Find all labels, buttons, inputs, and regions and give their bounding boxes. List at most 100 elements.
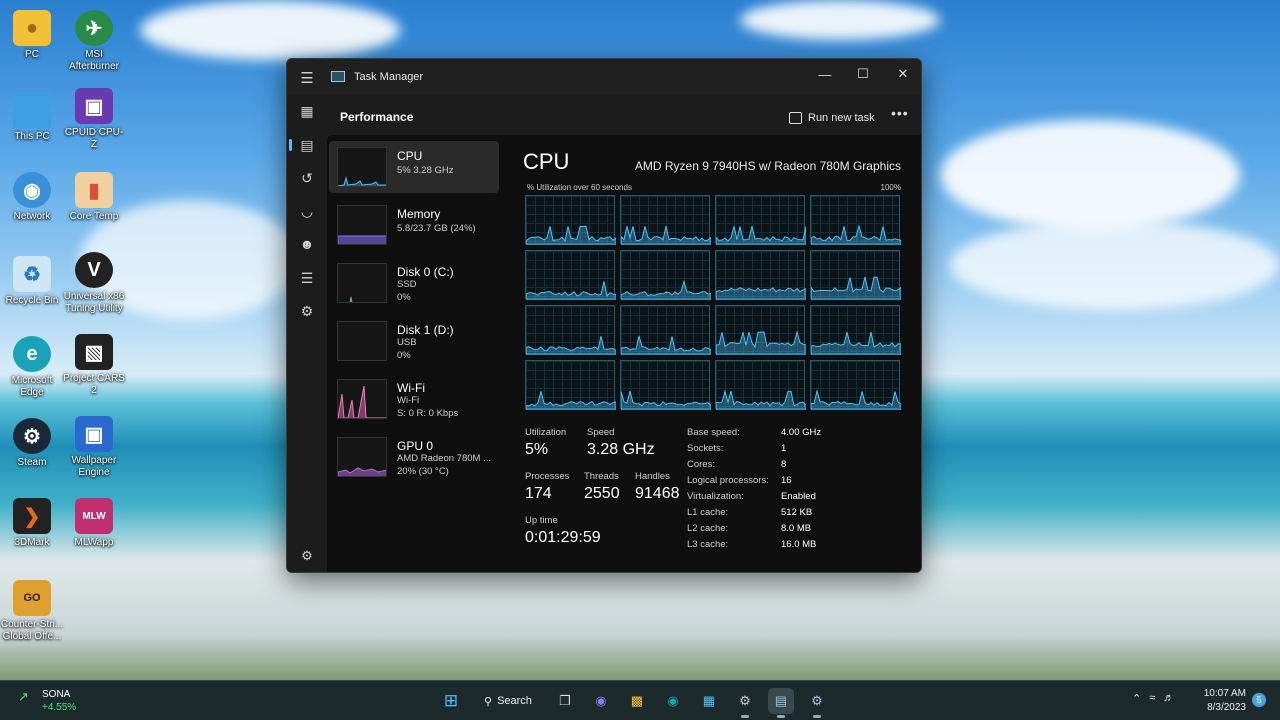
spec-label: Logical processors: — [687, 475, 769, 486]
more-options-button[interactable]: ••• — [891, 105, 909, 121]
logical-processor-graph — [715, 250, 807, 301]
spec-value: Enabled — [781, 491, 816, 502]
store-icon[interactable]: ▦ — [696, 688, 722, 714]
nav-startup-apps[interactable]: ◡ — [293, 198, 321, 224]
uptime-value: 0:01:29:59 — [525, 529, 601, 546]
processor-usage-area — [620, 390, 712, 411]
start-button[interactable]: ⊞ — [438, 688, 464, 714]
chevron-up-icon[interactable]: ⌃ — [1132, 692, 1141, 705]
perf-item-gpu[interactable]: GPU 0 AMD Radeon 780M ... 20% (30 °C) — [329, 431, 499, 483]
processor-usage-line — [525, 225, 617, 246]
notification-badge[interactable]: 5 — [1252, 693, 1266, 707]
processor-usage-line — [525, 281, 617, 301]
task-manager-window: ☰ Task Manager — ☐ ✕ ▦ ▤ ↺ ◡ ☻ ☰ ⚙ ⚙ Per… — [286, 58, 922, 573]
desktop-icon-core-temp[interactable]: ▮ Core Temp — [62, 172, 126, 223]
desktop-icon-wallpaper-engine[interactable]: ▣ Wallpaper Engine — [62, 416, 126, 479]
processor-usage-line — [810, 224, 902, 246]
desktop-icon-this-pc[interactable]: This PC — [0, 92, 64, 143]
page-header: Performance Run new task ••• — [327, 95, 921, 135]
perf-item-disk0[interactable]: Disk 0 (C:) SSD 0% — [329, 257, 499, 309]
desktop-icon-steam[interactable]: ⚙ Steam — [0, 418, 64, 469]
file-explorer-icon[interactable]: ▩ — [624, 688, 650, 714]
taskbar-apps: ⊞ ⚲ Search ❐ ◉ ▩ ◉ ▦ ⚙ ▤ ⚙ — [438, 687, 830, 718]
nav-details[interactable]: ☰ — [293, 265, 321, 291]
title-bar[interactable]: ☰ Task Manager — ☐ ✕ — [287, 59, 921, 95]
taskbar-search[interactable]: ⚲ Search — [474, 688, 542, 714]
taskbar: ↗ SONA +4.55% ⊞ ⚲ Search ❐ ◉ ▩ ◉ ▦ ⚙ ▤ ⚙… — [0, 680, 1280, 720]
settings-taskbar-icon[interactable]: ⚙ — [732, 688, 758, 718]
steam-taskbar-icon[interactable]: ⚙ — [804, 688, 830, 718]
desktop-icon-network[interactable]: ◉ Network — [0, 172, 64, 223]
cpu-detail-panel: CPU AMD Ryzen 9 7940HS w/ Radeon 780M Gr… — [523, 135, 903, 572]
gpu-thumbnail-graph — [337, 437, 387, 477]
desktop-icon-mlwapp[interactable]: MLW MLWapp — [62, 498, 126, 549]
perf-item-cpu[interactable]: CPU 5% 3.28 GHz — [329, 141, 499, 193]
threads-value: 2550 — [584, 485, 620, 502]
desktop-icon-msi-afterburner[interactable]: ✈ MSI Afterburner — [62, 10, 126, 73]
perf-item-memory[interactable]: Memory 5.8/23.7 GB (24%) — [329, 199, 499, 251]
perf-item-name: Disk 1 (D:) — [397, 323, 454, 337]
monitor-icon — [13, 92, 51, 128]
desktop-icon-project-cars[interactable]: ▧ Project CARS 2 — [62, 334, 126, 397]
spec-label: L3 cache: — [687, 539, 729, 550]
logical-processor-graph — [620, 360, 712, 411]
edge-icon: e — [13, 336, 51, 372]
project-cars-icon: ▧ — [75, 334, 113, 370]
spec-label: Virtualization: — [687, 491, 744, 502]
perf-item-name: CPU — [397, 149, 423, 163]
nav-processes[interactable]: ▦ — [293, 98, 321, 124]
volume-icon[interactable]: ♬ — [1163, 692, 1174, 705]
taskbar-clock[interactable]: 10:07 AM 8/3/2023 — [1198, 687, 1246, 715]
desktop-icon-tuning-utility[interactable]: V Universal x86 Tuning Utility — [62, 252, 126, 315]
perf-item-type: SSD — [397, 279, 417, 290]
stock-widget[interactable]: ↗ SONA +4.55% — [18, 688, 76, 714]
desktop-icon-cpuz[interactable]: ▣ CPUID CPU-Z — [62, 88, 126, 151]
wifi-thumb-line — [338, 385, 386, 418]
cloud — [950, 220, 1280, 310]
teams-chat-icon[interactable]: ◉ — [588, 688, 614, 714]
memory-thumb-fill — [338, 235, 386, 244]
desktop-icon-edge[interactable]: e Microsoft Edge — [0, 336, 64, 399]
spec-label: Base speed: — [687, 427, 740, 438]
spec-label: Sockets: — [687, 443, 724, 454]
edge-taskbar-icon[interactable]: ◉ — [660, 688, 686, 714]
processes-grid-icon: ▦ — [300, 102, 314, 119]
processor-usage-line — [620, 279, 712, 301]
spec-label: Cores: — [687, 459, 715, 470]
nav-app-history[interactable]: ↺ — [293, 165, 321, 191]
maximize-button[interactable]: ☐ — [845, 63, 881, 85]
perf-item-disk1[interactable]: Disk 1 (D:) USB 0% — [329, 315, 499, 367]
cpuz-icon: ▣ — [75, 88, 113, 124]
desktop-icon-recycle-bin[interactable]: ♻ Recycle Bin — [0, 256, 64, 307]
task-manager-taskbar-icon[interactable]: ▤ — [767, 688, 794, 718]
logical-processor-graph — [620, 250, 712, 301]
processor-usage-line — [620, 225, 712, 246]
logical-processor-graphs — [525, 195, 902, 411]
processor-usage-line — [715, 225, 807, 246]
minimize-button[interactable]: — — [807, 63, 843, 85]
processor-usage-area — [620, 225, 712, 246]
perf-item-adapter: Wi-Fi — [397, 395, 420, 406]
settings-gear-icon[interactable]: ⚙ — [293, 543, 321, 569]
nav-services[interactable]: ⚙ — [293, 298, 321, 324]
desktop-icon-csgo[interactable]: GO Counter-Stri... Global Offe... — [0, 580, 64, 643]
perf-item-usage: 0% — [397, 292, 411, 303]
desktop-icon-3dmark[interactable]: ❯ 3DMark — [0, 498, 64, 549]
gpu-thumb-line — [338, 467, 386, 476]
speedometer-icon: ◡ — [300, 202, 314, 219]
close-button[interactable]: ✕ — [885, 63, 921, 85]
mlwapp-icon: MLW — [75, 498, 113, 534]
nav-performance[interactable]: ▤ — [289, 132, 321, 158]
task-view-icon[interactable]: ❐ — [552, 688, 578, 714]
desktop-icon-pc[interactable]: ● PC — [0, 10, 64, 61]
nav-users[interactable]: ☻ — [293, 231, 321, 257]
perf-item-wifi[interactable]: Wi-Fi Wi-Fi S: 0 R: 0 Kbps — [329, 373, 499, 425]
run-new-task-button[interactable]: Run new task — [789, 106, 875, 130]
uptime-label: Up time — [525, 515, 558, 526]
processor-usage-area — [810, 276, 902, 301]
wifi-icon[interactable]: ≈ — [1149, 692, 1155, 705]
processor-usage-line — [620, 390, 712, 411]
perf-item-name: Wi-Fi — [397, 381, 425, 395]
details-list-icon: ☰ — [300, 269, 314, 286]
clock-date: 8/3/2023 — [1207, 702, 1246, 713]
